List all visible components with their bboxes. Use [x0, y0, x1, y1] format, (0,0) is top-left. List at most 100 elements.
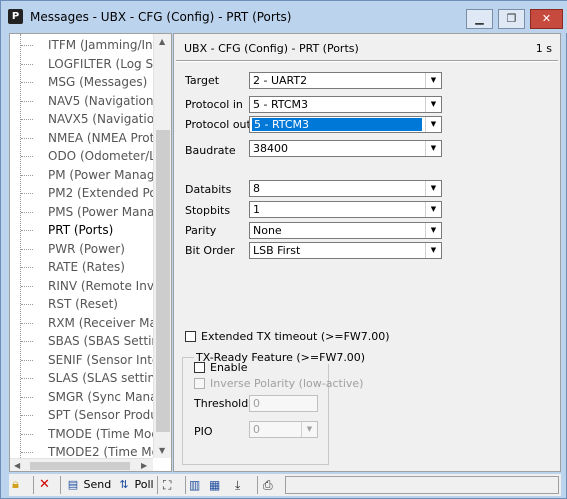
enable-checkbox[interactable]	[194, 362, 205, 373]
tree-item[interactable]: TMODE (Time Mode	[10, 424, 153, 444]
tree-item[interactable]: SENIF (Sensor Interfa	[10, 350, 153, 370]
tree-item[interactable]: SLAS (SLAS settings)	[10, 368, 153, 388]
threshold-value: 0	[253, 397, 260, 410]
tree-item-label: ITFM (Jamming/Inte	[48, 38, 153, 52]
scroll-right-arrow-icon[interactable]: ▶	[141, 461, 147, 470]
tree-item[interactable]: RATE (Rates)	[10, 257, 153, 277]
inverse-polarity-checkbox[interactable]	[194, 378, 205, 389]
tree-item[interactable]: LOGFILTER (Log Sett	[10, 54, 153, 74]
toolbar-separator	[157, 476, 158, 494]
config-panel: UBX - CFG (Config) - PRT (Ports) 1 s Tar…	[173, 33, 561, 472]
tree-item-label: PM (Power Manager	[48, 167, 153, 182]
tree-item-label: TMODE (Time Mode	[48, 426, 153, 441]
tree-item[interactable]: ODO (Odometer/Lo	[10, 146, 153, 166]
chevron-down-icon[interactable]: ▼	[425, 223, 441, 238]
target-select[interactable]: 2 - UART2 ▼	[249, 72, 442, 89]
download-icon[interactable]: ⤓	[235, 475, 253, 495]
chevron-down-icon[interactable]: ▼	[425, 181, 441, 196]
app-logo-icon: P	[8, 9, 23, 24]
baudrate-select[interactable]: 38400 ▼	[249, 140, 442, 157]
chevron-down-icon[interactable]: ▼	[301, 422, 317, 437]
parity-select[interactable]: None ▼	[249, 222, 442, 239]
lock-icon[interactable]: 🔒︎	[12, 475, 28, 495]
chevron-down-icon[interactable]: ▼	[425, 243, 441, 258]
tree-item[interactable]: NAV5 (Navigation 5)	[10, 91, 153, 111]
scroll-left-arrow-icon[interactable]: ◀	[14, 461, 20, 470]
tree-item[interactable]: RINV (Remote Inven	[10, 276, 153, 296]
load-icon[interactable]: ▥	[189, 475, 207, 495]
tree-item-label: RINV (Remote Inven	[48, 278, 153, 293]
tree-item-label: PRT (Ports)	[48, 223, 114, 237]
message-tree[interactable]: ITFM (Jamming/Inte LOGFILTER (Log Sett MSG…	[9, 33, 172, 472]
minimize-button[interactable]: ▁	[466, 9, 493, 29]
tree-item-label: RXM (Receiver Mana	[48, 315, 153, 330]
chevron-down-icon[interactable]: ▼	[425, 97, 441, 112]
tree-item-label: LOGFILTER (Log Sett	[48, 56, 153, 71]
panel-header: UBX - CFG (Config) - PRT (Ports)	[184, 42, 359, 55]
tree-item[interactable]: TMODE2 (Time Mod	[10, 442, 153, 458]
tree-item-label: NAVX5 (Navigation E	[48, 112, 153, 126]
tree-item[interactable]: ITFM (Jamming/Inte	[10, 35, 153, 55]
tree-hscroll-thumb[interactable]	[30, 462, 130, 470]
tree-horizontal-scrollbar[interactable]: ◀ ▶	[10, 458, 153, 471]
tree-item-label: NMEA (NMEA Proto	[48, 130, 153, 145]
tree-item[interactable]: NAVX5 (Navigation E	[10, 109, 153, 129]
extended-tx-checkbox[interactable]	[185, 331, 196, 342]
toolbar-separator	[33, 476, 34, 494]
save-icon[interactable]: ▦	[209, 475, 227, 495]
scan-icon[interactable]: ⛶	[163, 475, 181, 495]
inverse-polarity-label: Inverse Polarity (low-active)	[210, 377, 364, 390]
stopbits-value: 1	[253, 203, 260, 216]
tree-item[interactable]: RXM (Receiver Mana	[10, 313, 153, 333]
chevron-down-icon[interactable]: ▼	[425, 202, 441, 217]
databits-value: 8	[253, 182, 260, 195]
threshold-input[interactable]: 0	[249, 395, 318, 412]
chevron-down-icon[interactable]: ▼	[425, 117, 441, 132]
tree-item[interactable]: MSG (Messages)	[10, 72, 153, 92]
protocol-out-select[interactable]: 5 - RTCM3 ▼	[249, 116, 442, 133]
tree-vertical-scrollbar[interactable]: ▲ ▼	[153, 34, 171, 458]
tree-item[interactable]: PWR (Power)	[10, 239, 153, 259]
tree-list: ITFM (Jamming/Inte LOGFILTER (Log Sett MSG…	[10, 34, 153, 458]
close-button[interactable]: ✕	[530, 9, 563, 29]
scroll-down-arrow-icon[interactable]: ▼	[159, 446, 165, 455]
stopbits-select[interactable]: 1 ▼	[249, 201, 442, 218]
tree-item-label: ODO (Odometer/Lo	[48, 149, 153, 163]
chevron-down-icon[interactable]: ▼	[425, 141, 441, 156]
tree-item[interactable]: RST (Reset)	[10, 294, 153, 314]
tree-item[interactable]: NMEA (NMEA Proto	[10, 128, 153, 148]
toolbar-separator	[60, 476, 61, 494]
tree-item[interactable]: PMS (Power Manage	[10, 202, 153, 222]
poll-button[interactable]: ⇅ Poll	[117, 475, 153, 495]
tree-item[interactable]: SMGR (Sync Manage	[10, 387, 153, 407]
bitorder-select[interactable]: LSB First ▼	[249, 242, 442, 259]
maximize-button[interactable]: ❐	[498, 9, 525, 29]
bitorder-label: Bit Order	[185, 244, 235, 257]
tree-item[interactable]: PM2 (Extended Powe	[10, 183, 153, 203]
send-button[interactable]: ▤ Send	[66, 475, 111, 495]
tree-item[interactable]: PRT (Ports)	[10, 220, 153, 240]
tree-scroll-thumb[interactable]	[156, 130, 170, 432]
tree-item-label: PMS (Power Manage	[48, 204, 153, 219]
protocol-in-select[interactable]: 5 - RTCM3 ▼	[249, 96, 442, 113]
databits-select[interactable]: 8 ▼	[249, 180, 442, 197]
tree-item[interactable]: PM (Power Manager	[10, 165, 153, 185]
toolbar-separator	[257, 476, 258, 494]
window-title: Messages - UBX - CFG (Config) - PRT (Por…	[30, 10, 292, 24]
print-icon[interactable]: ⎙	[263, 475, 281, 495]
tree-item-label: MSG (Messages)	[48, 75, 148, 89]
tree-item-label: SMGR (Sync Manage	[48, 389, 153, 404]
poll-interval: 1 s	[535, 42, 552, 55]
header-separator	[176, 60, 558, 62]
chevron-down-icon[interactable]: ▼	[425, 73, 441, 88]
tree-item[interactable]: SBAS (SBAS Settings)	[10, 331, 153, 351]
target-label: Target	[185, 74, 220, 87]
title-bar[interactable]: P Messages - UBX - CFG (Config) - PRT (P…	[1, 1, 567, 33]
pio-select[interactable]: 0 ▼	[249, 421, 318, 438]
delete-icon[interactable]: ✕	[39, 475, 55, 495]
tree-item-label: PM2 (Extended Powe	[48, 186, 153, 200]
scroll-up-arrow-icon[interactable]: ▲	[159, 37, 165, 46]
tree-item[interactable]: SPT (Sensor Producti	[10, 405, 153, 425]
stopbits-label: Stopbits	[185, 204, 231, 217]
poll-icon: ⇅	[119, 478, 129, 491]
